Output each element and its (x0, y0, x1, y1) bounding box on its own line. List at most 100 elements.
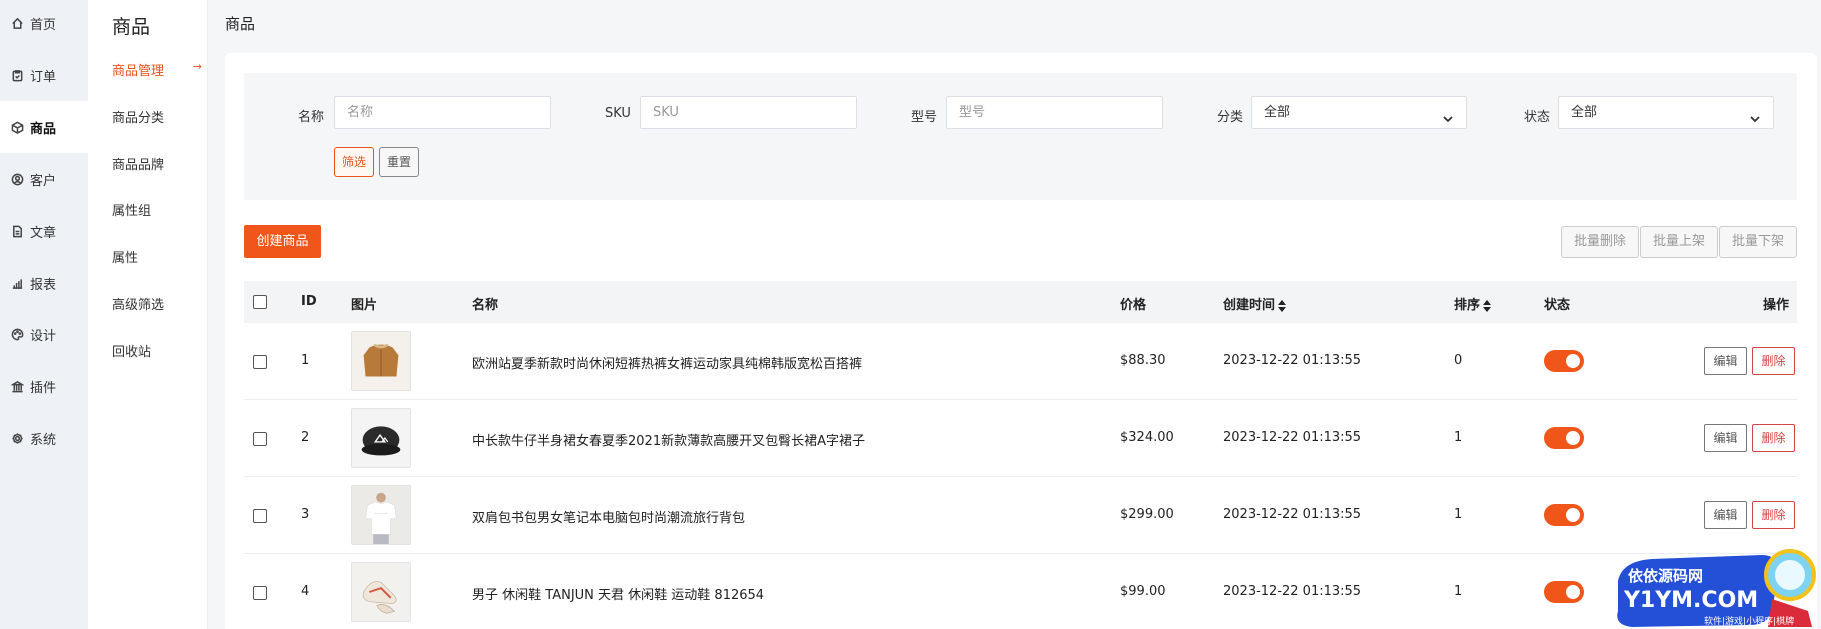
box-icon (10, 120, 24, 134)
document-icon (10, 224, 24, 238)
table-header: ID 图片 名称 价格 创建时间 排序 状态 操作 (244, 281, 1797, 323)
main-content: 商品 名称 SKU 型号 分类 全部 状态 全部 筛选 重置 创建商品 批 (208, 0, 1821, 629)
status-toggle[interactable] (1544, 504, 1584, 526)
name-label: 名称 (298, 110, 325, 125)
watermark-line1: 依依源码网 (1628, 567, 1703, 585)
user-circle-icon (10, 172, 24, 186)
nav-item-design[interactable]: 设计 (0, 308, 88, 360)
row-checkbox[interactable] (253, 355, 267, 369)
subnav-title: 商品 (112, 16, 151, 38)
sub-nav: 商品 商品管理 → 商品分类 商品品牌 属性组 属性 高级筛选 回收站 (88, 0, 208, 629)
nav-item-label: 首页 (30, 17, 57, 33)
header-price: 价格 (1120, 298, 1147, 313)
chevron-down-icon (1442, 106, 1454, 123)
nav-item-plugins[interactable]: 插件 (0, 360, 88, 412)
nav-item-products[interactable]: 商品 (0, 101, 88, 153)
header-created[interactable]: 创建时间 (1223, 294, 1287, 313)
edit-button[interactable]: 编辑 (1704, 501, 1747, 529)
edit-button[interactable]: 编辑 (1704, 424, 1747, 452)
row-created: 2023-12-22 01:13:55 (1223, 430, 1362, 445)
header-actions: 操作 (1763, 298, 1790, 313)
arrow-right-icon: → (192, 60, 202, 73)
header-name: 名称 (472, 298, 499, 313)
status-toggle[interactable] (1544, 427, 1584, 449)
main-nav: 首页 订单 商品 客户 文章 报表 设计 插件 系统 (0, 0, 88, 629)
batch-publish-button[interactable]: 批量上架 (1640, 226, 1718, 258)
building-icon (10, 379, 24, 393)
gear-icon (10, 431, 24, 445)
subnav-item-attributes[interactable]: 属性 (112, 247, 202, 266)
nav-item-label: 插件 (30, 380, 57, 396)
status-select-value: 全部 (1571, 105, 1598, 120)
status-select[interactable]: 全部 (1558, 96, 1774, 129)
subnav-item-recycle-bin[interactable]: 回收站 (112, 341, 202, 360)
row-sort: 0 (1454, 353, 1463, 368)
header-sort-label: 排序 (1454, 298, 1481, 313)
status-toggle[interactable] (1544, 581, 1584, 603)
row-name[interactable]: 双肩包书包男女笔记本电脑包时尚潮流旅行背包 (472, 507, 745, 526)
subnav-item-product-management[interactable]: 商品管理 → (112, 60, 202, 79)
nav-item-label: 报表 (30, 277, 57, 293)
chevron-down-icon (1749, 106, 1761, 123)
jacket-image (351, 331, 411, 391)
sku-label: SKU (605, 106, 631, 121)
create-product-button[interactable]: 创建商品 (244, 225, 321, 258)
select-all-checkbox[interactable] (253, 295, 267, 309)
table-row: 1 欧洲站夏季新款时尚休闲短裤热裤女裤运动家具纯棉韩版宽松百搭裤 $88.30 … (244, 323, 1797, 400)
subnav-item-categories[interactable]: 商品分类 (112, 107, 202, 126)
batch-unpublish-button[interactable]: 批量下架 (1719, 226, 1797, 258)
row-name[interactable]: 中长款牛仔半身裙女春夏季2021新款薄款高腰开叉包臀长裙A字裙子 (472, 430, 865, 449)
delete-button[interactable]: 删除 (1752, 347, 1795, 375)
nav-item-reports[interactable]: 报表 (0, 257, 88, 309)
nav-item-label: 订单 (30, 69, 57, 85)
nav-item-customers[interactable]: 客户 (0, 153, 88, 205)
row-id: 4 (301, 584, 310, 599)
batch-delete-button[interactable]: 批量删除 (1561, 226, 1639, 258)
row-name[interactable]: 欧洲站夏季新款时尚休闲短裤热裤女裤运动家具纯棉韩版宽松百搭裤 (472, 353, 862, 372)
filter-panel: 名称 SKU 型号 分类 全部 状态 全部 筛选 重置 (244, 73, 1797, 200)
status-toggle[interactable] (1544, 350, 1584, 372)
subnav-item-attribute-groups[interactable]: 属性组 (112, 200, 202, 219)
header-status: 状态 (1544, 298, 1571, 313)
name-input[interactable] (334, 96, 551, 129)
row-price: $324.00 (1120, 430, 1174, 445)
edit-button[interactable]: 编辑 (1704, 347, 1747, 375)
content-card: 名称 SKU 型号 分类 全部 状态 全部 筛选 重置 创建商品 批量删除 批量… (225, 53, 1817, 629)
subnav-item-advanced-filter[interactable]: 高级筛选 (112, 294, 202, 313)
row-created: 2023-12-22 01:13:55 (1223, 584, 1362, 599)
row-price: $99.00 (1120, 584, 1166, 599)
delete-button[interactable]: 删除 (1752, 501, 1795, 529)
subnav-item-brands[interactable]: 商品品牌 (112, 154, 202, 173)
row-sort: 1 (1454, 507, 1463, 522)
delete-button[interactable]: 删除 (1752, 424, 1795, 452)
subnav-item-label: 商品管理 (112, 64, 165, 79)
nav-item-home[interactable]: 首页 (0, 0, 88, 49)
home-icon (10, 16, 24, 30)
nav-item-system[interactable]: 系统 (0, 412, 88, 464)
row-checkbox[interactable] (253, 509, 267, 523)
row-price: $299.00 (1120, 507, 1174, 522)
category-select[interactable]: 全部 (1251, 96, 1467, 129)
sort-icon (1278, 299, 1287, 313)
watermark-logo: 依依源码网 Y1YM.COM 软件|游戏|小程序|棋牌 (1612, 541, 1821, 629)
sort-icon (1483, 299, 1492, 313)
sku-input[interactable] (640, 96, 857, 129)
reset-button[interactable]: 重置 (379, 147, 420, 177)
row-name[interactable]: 男子 休闲鞋 TANJUN 天君 休闲鞋 运动鞋 812654 (472, 584, 764, 603)
table-row: 4 男子 休闲鞋 TANJUN 天君 休闲鞋 运动鞋 812654 $99.00… (244, 554, 1797, 629)
header-id: ID (301, 294, 317, 309)
row-sort: 1 (1454, 584, 1463, 599)
table-row: 3 ~~~~ 双肩包书包男女笔记本电脑包时尚潮流旅行背包 $299.00 202… (244, 477, 1797, 554)
row-id: 3 (301, 507, 310, 522)
row-id: 2 (301, 430, 310, 445)
row-created: 2023-12-22 01:13:55 (1223, 507, 1362, 522)
row-checkbox[interactable] (253, 432, 267, 446)
row-checkbox[interactable] (253, 586, 267, 600)
header-sort[interactable]: 排序 (1454, 294, 1492, 313)
nav-item-label: 设计 (30, 328, 57, 344)
nav-item-articles[interactable]: 文章 (0, 205, 88, 257)
status-label: 状态 (1524, 110, 1551, 125)
nav-item-orders[interactable]: 订单 (0, 49, 88, 101)
filter-button[interactable]: 筛选 (334, 147, 375, 177)
model-input[interactable] (946, 96, 1163, 129)
